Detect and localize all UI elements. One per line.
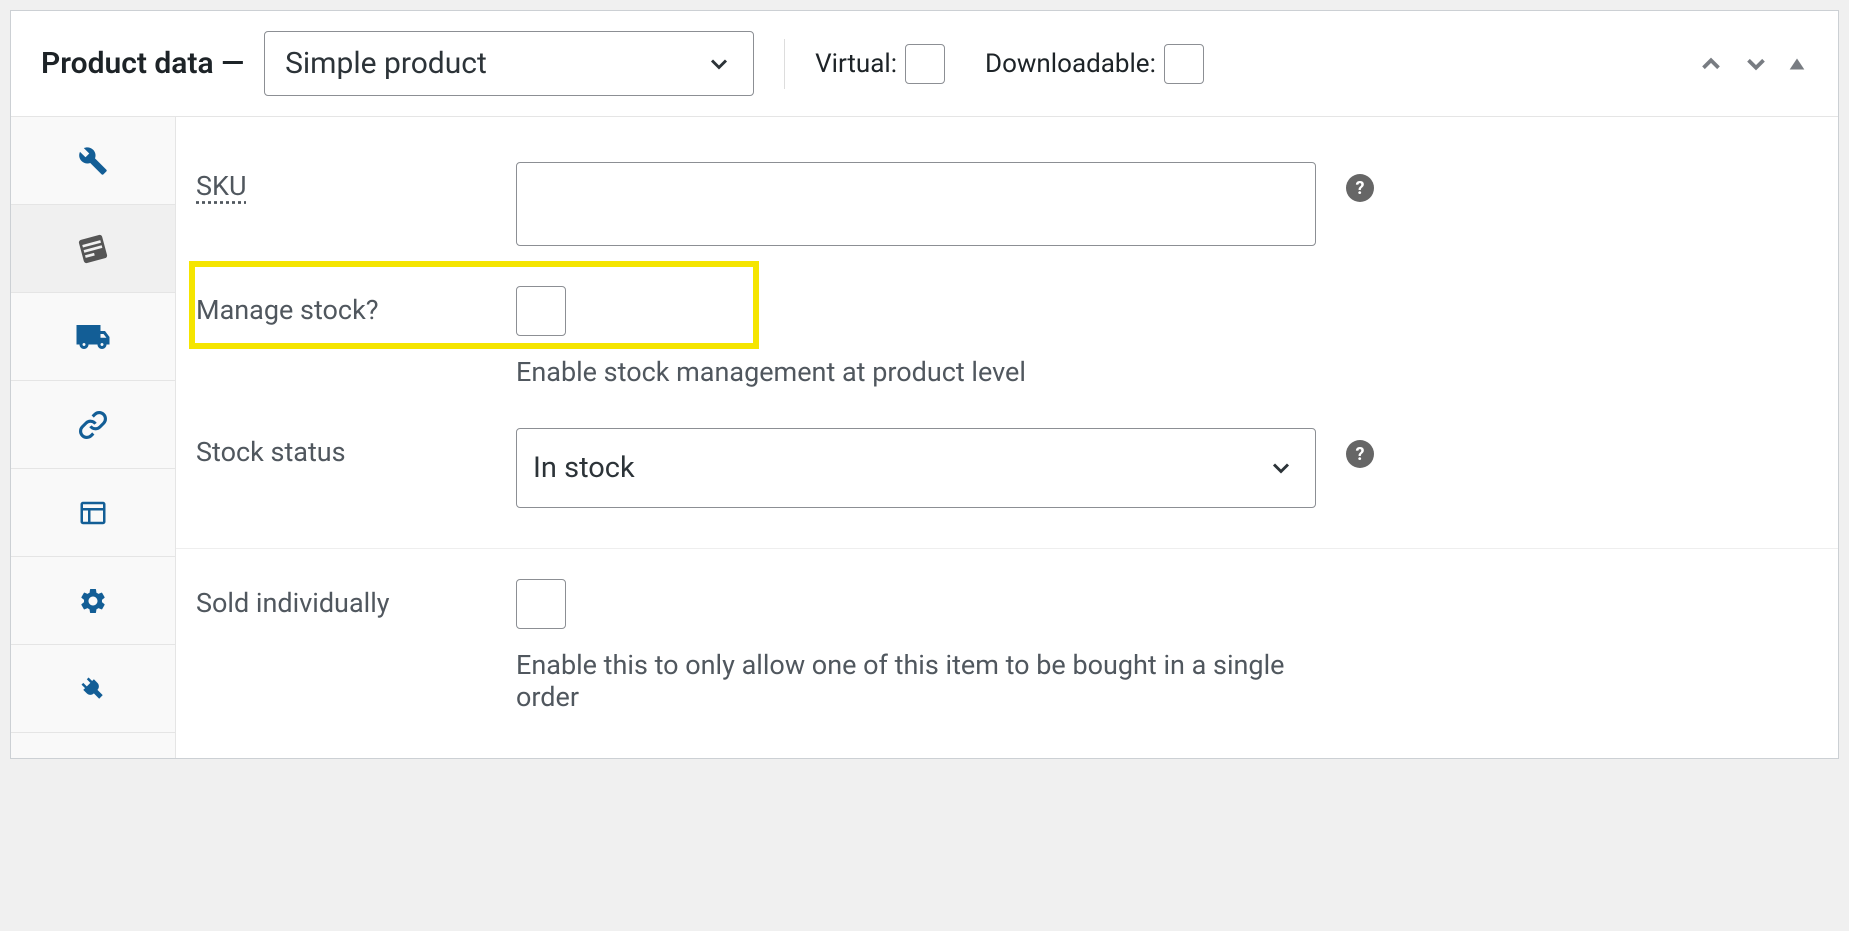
sold-individually-label: Sold individually xyxy=(196,579,516,619)
sold-individually-control-wrap: Enable this to only allow one of this it… xyxy=(516,579,1316,713)
manage-stock-row: Manage stock? Enable stock management at… xyxy=(176,266,1838,408)
inventory-icon xyxy=(77,233,109,265)
sold-individually-checkbox[interactable] xyxy=(516,579,566,629)
panel-header: Product data — Simple product Virtual: D… xyxy=(11,11,1838,117)
list-icon xyxy=(78,498,108,528)
tab-shipping[interactable] xyxy=(11,293,175,381)
tab-general[interactable] xyxy=(11,117,175,205)
sku-input[interactable] xyxy=(516,162,1316,246)
tab-advanced[interactable] xyxy=(11,557,175,645)
tab-attributes[interactable] xyxy=(11,469,175,557)
virtual-option: Virtual: xyxy=(815,44,945,84)
stock-status-label: Stock status xyxy=(196,428,516,468)
help-icon[interactable]: ? xyxy=(1346,174,1374,202)
stock-status-row: Stock status In stock ? xyxy=(176,408,1838,549)
stock-status-select[interactable]: In stock xyxy=(516,428,1316,508)
chevron-down-icon xyxy=(705,50,733,78)
truck-icon xyxy=(75,319,111,355)
tab-linked-products[interactable] xyxy=(11,381,175,469)
sold-individually-row: Sold individually Enable this to only al… xyxy=(176,559,1838,733)
virtual-checkbox[interactable] xyxy=(905,44,945,84)
gear-icon xyxy=(78,586,108,616)
panel-title: Product data — xyxy=(41,46,244,81)
inventory-content: SKU ? Manage stock? Enable stock managem… xyxy=(176,117,1838,758)
divider xyxy=(784,39,785,89)
toggle-panel-icon[interactable] xyxy=(1786,53,1808,75)
product-data-panel: Product data — Simple product Virtual: D… xyxy=(10,10,1839,759)
virtual-label: Virtual: xyxy=(815,49,897,79)
move-up-icon[interactable] xyxy=(1696,49,1726,79)
header-controls xyxy=(1696,49,1808,79)
tabs-sidebar xyxy=(11,117,176,758)
sku-row: SKU ? xyxy=(176,142,1838,266)
downloadable-checkbox[interactable] xyxy=(1164,44,1204,84)
downloadable-label: Downloadable: xyxy=(985,49,1156,79)
move-down-icon[interactable] xyxy=(1741,49,1771,79)
stock-status-control-wrap: In stock xyxy=(516,428,1316,508)
link-icon xyxy=(78,410,108,440)
header-checkbox-group: Virtual: Downloadable: xyxy=(815,44,1204,84)
sku-label: SKU xyxy=(196,162,516,202)
plug-icon xyxy=(78,674,108,704)
tab-inventory[interactable] xyxy=(11,205,175,293)
manage-stock-help: Enable stock management at product level xyxy=(516,356,1316,388)
chevron-down-icon xyxy=(1267,454,1295,482)
manage-stock-checkbox[interactable] xyxy=(516,286,566,336)
stock-status-value: In stock xyxy=(533,451,635,485)
panel-body: SKU ? Manage stock? Enable stock managem… xyxy=(11,117,1838,758)
downloadable-option: Downloadable: xyxy=(985,44,1204,84)
tab-get-more[interactable] xyxy=(11,645,175,733)
manage-stock-control-wrap: Enable stock management at product level xyxy=(516,286,1316,388)
manage-stock-label: Manage stock? xyxy=(196,286,516,326)
help-icon[interactable]: ? xyxy=(1346,440,1374,468)
product-type-value: Simple product xyxy=(285,46,487,81)
wrench-icon xyxy=(78,146,108,176)
sold-individually-help: Enable this to only allow one of this it… xyxy=(516,649,1316,713)
product-type-select[interactable]: Simple product xyxy=(264,31,754,96)
sku-control-wrap xyxy=(516,162,1316,246)
